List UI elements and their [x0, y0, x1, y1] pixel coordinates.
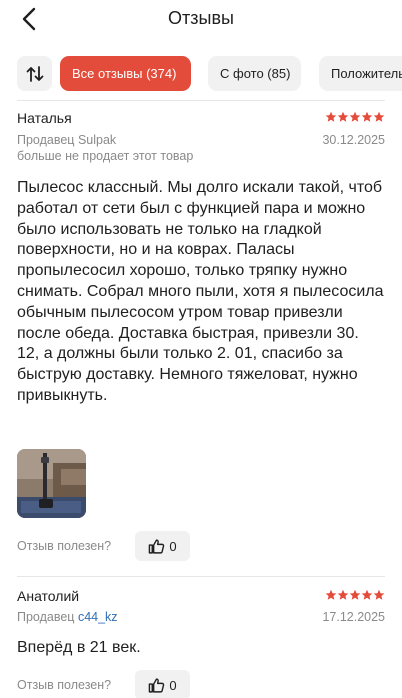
helpful-like-button[interactable]: 0 [135, 670, 190, 698]
rating-stars [325, 589, 385, 601]
review-author: Анатолий [17, 588, 80, 604]
chip-with-photo[interactable]: С фото (85) [208, 56, 301, 91]
sort-button[interactable] [17, 56, 52, 91]
chip-positive[interactable]: Положительные [319, 56, 402, 91]
review-photo-image [17, 449, 86, 518]
star-icon [337, 589, 349, 600]
review-seller: Продавец Sulpak [17, 133, 116, 147]
seller-prefix: Продавец [17, 610, 78, 624]
seller-prefix: Продавец [17, 133, 78, 147]
star-icon [325, 111, 337, 122]
star-icon [361, 111, 373, 122]
review-card: Анатолий Продавец c44_kz 17.12.2025 Впер… [17, 588, 385, 698]
seller-link[interactable]: c44_kz [78, 610, 118, 624]
star-icon [373, 589, 385, 600]
thumbs-up-icon [149, 677, 165, 693]
seller-note: больше не продает этот товар [17, 149, 194, 163]
header: Отзывы [0, 0, 402, 40]
like-count: 0 [169, 538, 177, 554]
chip-all-reviews[interactable]: Все отзывы (374) [60, 56, 191, 91]
thumbs-up-icon [149, 538, 165, 554]
star-icon [349, 589, 361, 600]
divider [17, 576, 385, 577]
star-icon [373, 111, 385, 122]
review-text: Вперёд в 21 век. [17, 639, 141, 656]
helpful-label: Отзыв полезен? [17, 678, 112, 692]
review-date: 30.12.2025 [322, 133, 385, 147]
helpful-label: Отзыв полезен? [17, 539, 112, 553]
sort-arrows-icon [26, 65, 43, 82]
review-date: 17.12.2025 [322, 610, 385, 624]
page-title: Отзывы [168, 8, 234, 28]
star-icon [337, 111, 349, 122]
star-icon [349, 111, 361, 122]
review-photo[interactable] [17, 449, 86, 518]
review-text: Пылесос классный. Мы долго искали такой,… [17, 179, 384, 404]
seller-name: Sulpak [77, 133, 117, 147]
star-icon [361, 589, 373, 600]
helpful-like-button[interactable]: 0 [135, 531, 190, 561]
filter-bar: Все отзывы (374) С фото (85) Положительн… [0, 56, 402, 92]
review-author: Наталья [17, 110, 72, 126]
review-seller: Продавец c44_kz [17, 610, 118, 624]
star-icon [325, 589, 337, 600]
divider [17, 100, 385, 101]
like-count: 0 [169, 677, 177, 693]
rating-stars [325, 111, 385, 123]
review-card: Наталья Продавец Sulpak 30.12.2025 больш… [17, 110, 385, 565]
